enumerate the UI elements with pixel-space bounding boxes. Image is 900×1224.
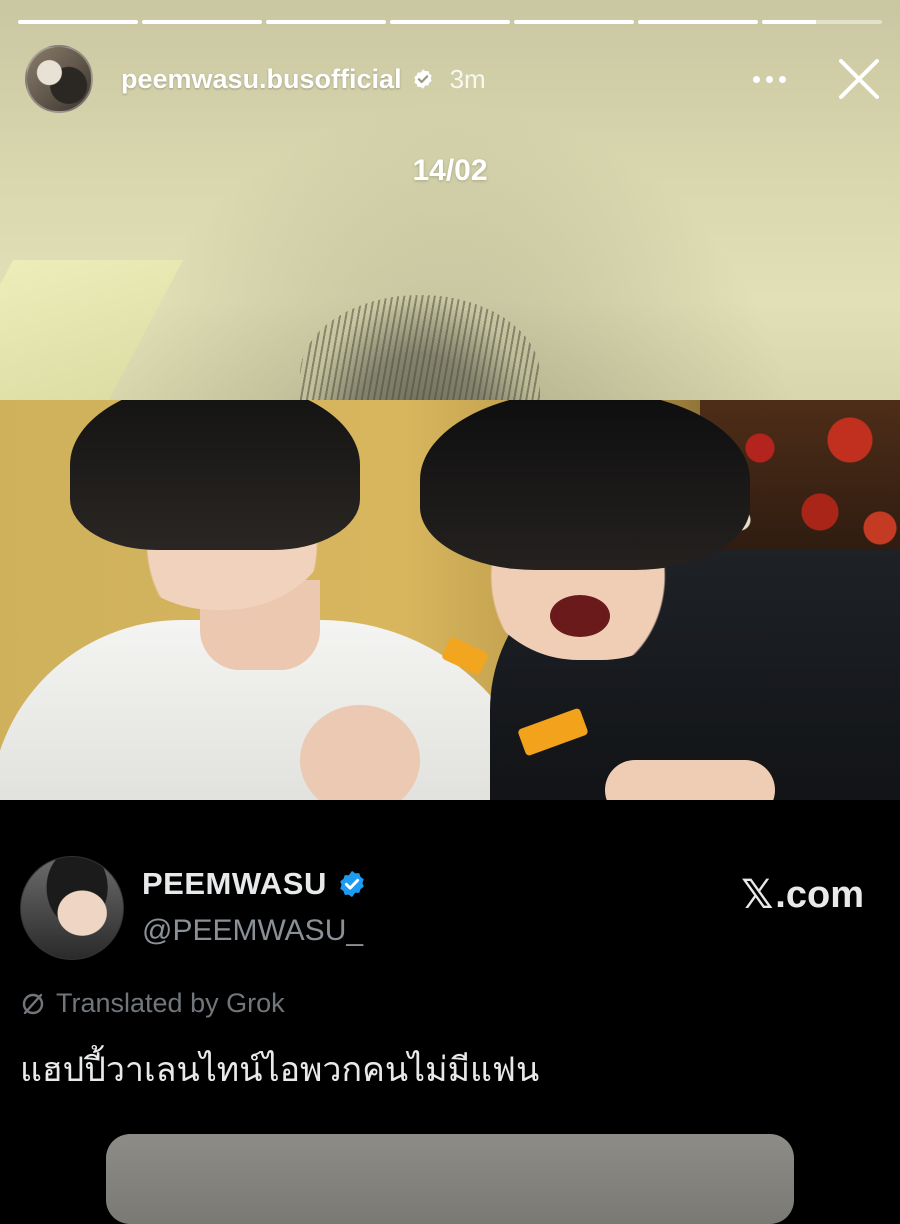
progress-segment — [638, 20, 758, 24]
x-brand-suffix: .com — [775, 873, 864, 916]
person-left-hair — [70, 400, 360, 550]
close-icon[interactable] — [835, 55, 883, 103]
progress-fill — [142, 20, 262, 24]
story-caption: 14/02 — [412, 154, 488, 187]
tweet-media-preview[interactable] — [106, 1134, 794, 1224]
x-avatar[interactable] — [20, 856, 124, 960]
more-icon[interactable] — [749, 67, 789, 91]
hair-silhouette — [300, 295, 540, 400]
story-timestamp: 3m — [449, 63, 486, 94]
story-avatar[interactable] — [25, 45, 93, 113]
hand-right — [605, 760, 775, 800]
verified-badge-icon — [413, 69, 432, 89]
translate-icon — [22, 993, 44, 1014]
story-header: peemwasu.busofficial 3m — [25, 45, 885, 113]
embedded-x-post[interactable]: PEEMWASU @PEEMWASU_ 𝕏 .com Translated by… — [0, 800, 900, 1224]
story-background: peemwasu.busofficial 3m 14/02 — [0, 0, 900, 400]
x-name-row: PEEMWASU — [142, 866, 367, 902]
progress-segment — [142, 20, 262, 24]
progress-fill — [762, 20, 816, 24]
progress-fill — [638, 20, 758, 24]
progress-segment — [266, 20, 386, 24]
progress-segment — [762, 20, 882, 24]
x-logo-icon: 𝕏 — [741, 873, 774, 917]
progress-segment — [390, 20, 510, 24]
story-username[interactable]: peemwasu.busofficial — [121, 64, 402, 95]
story-progress-bar — [18, 20, 882, 24]
progress-fill — [514, 20, 634, 24]
person-right-mouth — [550, 595, 610, 637]
progress-fill — [390, 20, 510, 24]
tweet-text: แฮปปี้วาเลนไทน์ไอพวกคนไม่มีแฟน — [20, 1050, 540, 1090]
progress-fill — [18, 20, 138, 24]
story-photo — [0, 400, 900, 800]
translated-label: Translated by Grok — [56, 988, 285, 1018]
progress-fill — [266, 20, 386, 24]
progress-segment — [514, 20, 634, 24]
progress-segment — [18, 20, 138, 24]
wall-panel — [0, 260, 184, 400]
x-com-logo[interactable]: 𝕏 .com — [741, 872, 864, 918]
verified-badge-icon — [340, 870, 364, 898]
x-display-name[interactable]: PEEMWASU — [142, 866, 327, 902]
translation-note: Translated by Grok — [20, 988, 285, 1019]
x-handle[interactable]: @PEEMWASU_ — [142, 914, 363, 948]
person-right-hair — [420, 400, 750, 570]
